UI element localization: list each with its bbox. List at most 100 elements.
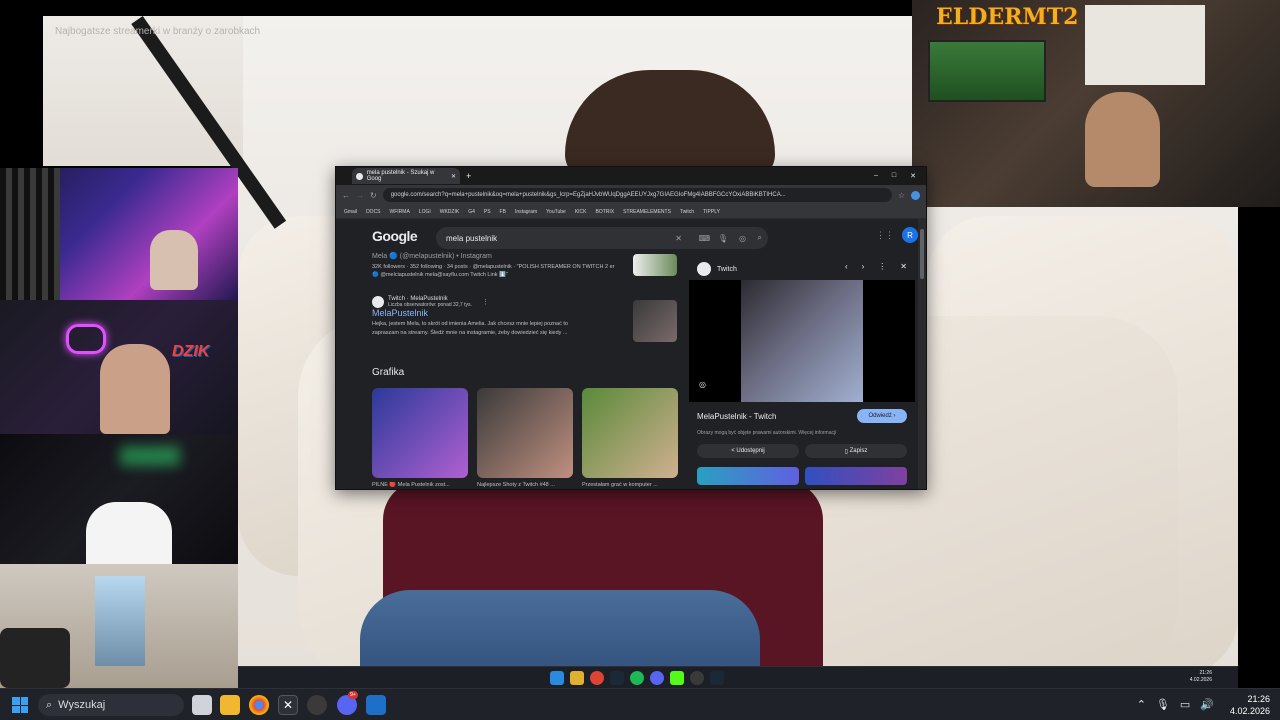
image-caption[interactable]: Najlepsze Shoty z Twitch #48 ... bbox=[477, 482, 573, 488]
folder-icon[interactable] bbox=[220, 695, 240, 715]
chrome-icon[interactable] bbox=[249, 695, 269, 715]
scrollbar-thumb[interactable] bbox=[920, 229, 924, 279]
visit-button[interactable]: Odwiedź › bbox=[857, 409, 907, 423]
minimize-button[interactable]: – bbox=[874, 172, 878, 180]
bookmark-item[interactable]: LOGI bbox=[419, 209, 431, 215]
apps-grid-icon[interactable]: ⋮⋮ bbox=[876, 230, 894, 241]
keyboard-icon[interactable]: ⌨ bbox=[698, 234, 710, 243]
image-result-2[interactable] bbox=[477, 388, 573, 478]
bookmark-item[interactable]: KICK bbox=[575, 209, 587, 215]
related-image[interactable] bbox=[805, 467, 907, 485]
forward-icon[interactable]: → bbox=[356, 191, 364, 200]
result-instagram[interactable]: Mela 🔵 (@melapustelnik) • Instagram 32K … bbox=[372, 252, 622, 279]
bookmark-star-icon[interactable]: ☆ bbox=[898, 191, 905, 200]
mic-icon[interactable]: 🎙 bbox=[718, 234, 728, 243]
account-avatar[interactable]: R bbox=[902, 227, 918, 243]
images-heading: Grafika bbox=[372, 367, 405, 378]
maximize-button[interactable]: □ bbox=[892, 172, 896, 180]
person-cam-3 bbox=[86, 502, 172, 564]
new-tab-button[interactable]: + bbox=[466, 171, 471, 181]
bookmark-item[interactable]: G4 bbox=[468, 209, 475, 215]
obs-icon[interactable] bbox=[307, 695, 327, 715]
bookmark-item[interactable]: BOTRIX bbox=[596, 209, 615, 215]
visit-label: Odwiedź bbox=[868, 413, 892, 419]
prev-icon[interactable]: ‹ bbox=[845, 262, 848, 271]
related-image[interactable] bbox=[697, 467, 799, 485]
address-bar[interactable]: google.com/search?q=mela+pustelnik&oq=me… bbox=[382, 188, 892, 202]
discord-icon[interactable] bbox=[650, 671, 664, 685]
more-options-icon[interactable]: ⋮ bbox=[482, 298, 489, 306]
bookmark-item[interactable]: YouTube bbox=[546, 209, 566, 215]
save-button[interactable]: ▯ Zapisz bbox=[805, 444, 907, 458]
person-top-right bbox=[1085, 92, 1160, 187]
microphone-icon[interactable]: 🎙 bbox=[1156, 698, 1170, 711]
result-thumbnail[interactable] bbox=[633, 300, 677, 342]
windows-start-icon[interactable] bbox=[12, 697, 28, 713]
chrome-icon[interactable] bbox=[590, 671, 604, 685]
more-icon[interactable]: ⋮ bbox=[878, 262, 886, 271]
google-results-page: Google mela pustelnik ✕ ⌨ 🎙 ◎ ⌕ ⋮⋮ R Mel… bbox=[336, 220, 926, 489]
clock-time: 21:26 bbox=[1247, 694, 1270, 704]
taskbar-clock[interactable]: 21:26 4.02.2026 bbox=[1230, 693, 1270, 717]
image-caption[interactable]: Przestałam grać w komputer ... bbox=[582, 482, 678, 488]
google-logo[interactable]: Google bbox=[372, 228, 418, 244]
bookmark-item[interactable]: DOCS bbox=[366, 209, 380, 215]
bookmark-item[interactable]: TIPPLY bbox=[703, 209, 720, 215]
image-result-1[interactable] bbox=[372, 388, 468, 478]
image-result-3[interactable] bbox=[582, 388, 678, 478]
bookmark-item[interactable]: Twitch bbox=[680, 209, 694, 215]
discord-badge: 9+ bbox=[348, 691, 358, 699]
photos-icon[interactable] bbox=[366, 695, 386, 715]
share-button[interactable]: < Udostępnij bbox=[697, 444, 799, 458]
close-panel-icon[interactable]: ✕ bbox=[900, 262, 907, 271]
bookmark-item[interactable]: Instagram bbox=[515, 209, 537, 215]
folder-icon[interactable] bbox=[570, 671, 584, 685]
kick-icon[interactable] bbox=[670, 671, 684, 685]
close-window-app-icon[interactable]: ✕ bbox=[278, 695, 298, 715]
network-icon[interactable]: ▭ bbox=[1180, 698, 1190, 711]
back-icon[interactable]: ← bbox=[342, 191, 350, 200]
search-icon[interactable]: ⌕ bbox=[758, 233, 762, 243]
lens-icon[interactable]: ◎ bbox=[739, 234, 746, 243]
bookmark-item[interactable]: WFIRMA bbox=[390, 209, 410, 215]
tab-google-search[interactable]: mela pustelnik - Szukaj w Goog ✕ bbox=[352, 168, 460, 184]
bookmark-item[interactable]: Gmail bbox=[344, 209, 357, 215]
bookmark-item[interactable]: FB bbox=[500, 209, 506, 215]
lens-icon[interactable]: ◎ bbox=[699, 380, 706, 389]
share-label: Udostępnij bbox=[736, 448, 765, 454]
chevron-up-icon[interactable]: ⌃ bbox=[1137, 698, 1146, 711]
result-thumbnail[interactable] bbox=[633, 254, 677, 276]
browser-window[interactable]: mela pustelnik - Szukaj w Goog ✕ + – □ ✕… bbox=[335, 166, 927, 490]
volume-icon[interactable]: 🔊 bbox=[1200, 698, 1214, 711]
search-input[interactable]: mela pustelnik ✕ ⌨ 🎙 ◎ ⌕ bbox=[436, 227, 768, 249]
bookmark-item[interactable]: PS bbox=[484, 209, 491, 215]
search-query: mela pustelnik bbox=[446, 233, 498, 243]
result-title-link[interactable]: MelaPustelnik bbox=[372, 308, 428, 318]
steam-icon[interactable] bbox=[710, 671, 724, 685]
taskbar-search[interactable]: ⌕ Wyszukaj bbox=[38, 694, 184, 716]
google-favicon-icon bbox=[356, 172, 363, 180]
spotify-icon[interactable] bbox=[630, 671, 644, 685]
preview-image[interactable]: ◎ bbox=[689, 280, 915, 402]
clear-icon[interactable]: ✕ bbox=[675, 234, 682, 243]
tab-close-icon[interactable]: ✕ bbox=[451, 173, 456, 180]
result-twitch[interactable]: Twitch · MelaPustelnik Liczba obserwator… bbox=[372, 296, 622, 338]
panel-source: Twitch bbox=[717, 265, 737, 273]
clock-date: 4.02.2026 bbox=[1229, 706, 1270, 716]
scrollbar[interactable] bbox=[918, 219, 926, 489]
explorer-window-icon[interactable] bbox=[192, 695, 212, 715]
panel-header: Twitch bbox=[697, 262, 737, 276]
close-window-button[interactable]: ✕ bbox=[910, 172, 916, 180]
obs-icon[interactable] bbox=[690, 671, 704, 685]
start-icon[interactable] bbox=[550, 671, 564, 685]
twitch-favicon-icon bbox=[372, 296, 384, 308]
reload-icon[interactable]: ↻ bbox=[370, 191, 377, 200]
bookmark-item[interactable]: STREAMELEMENTS bbox=[623, 209, 671, 215]
profile-icon[interactable] bbox=[911, 190, 920, 200]
panel-title[interactable]: MelaPustelnik - Twitch bbox=[697, 412, 776, 421]
steam-icon[interactable] bbox=[610, 671, 624, 685]
bookmark-item[interactable]: WKDZIK bbox=[440, 209, 459, 215]
image-caption[interactable]: PILNE 🔴 Mela Pustelnik zost... bbox=[372, 482, 468, 488]
next-icon[interactable]: › bbox=[862, 262, 865, 271]
neon-boar-icon bbox=[66, 324, 106, 354]
